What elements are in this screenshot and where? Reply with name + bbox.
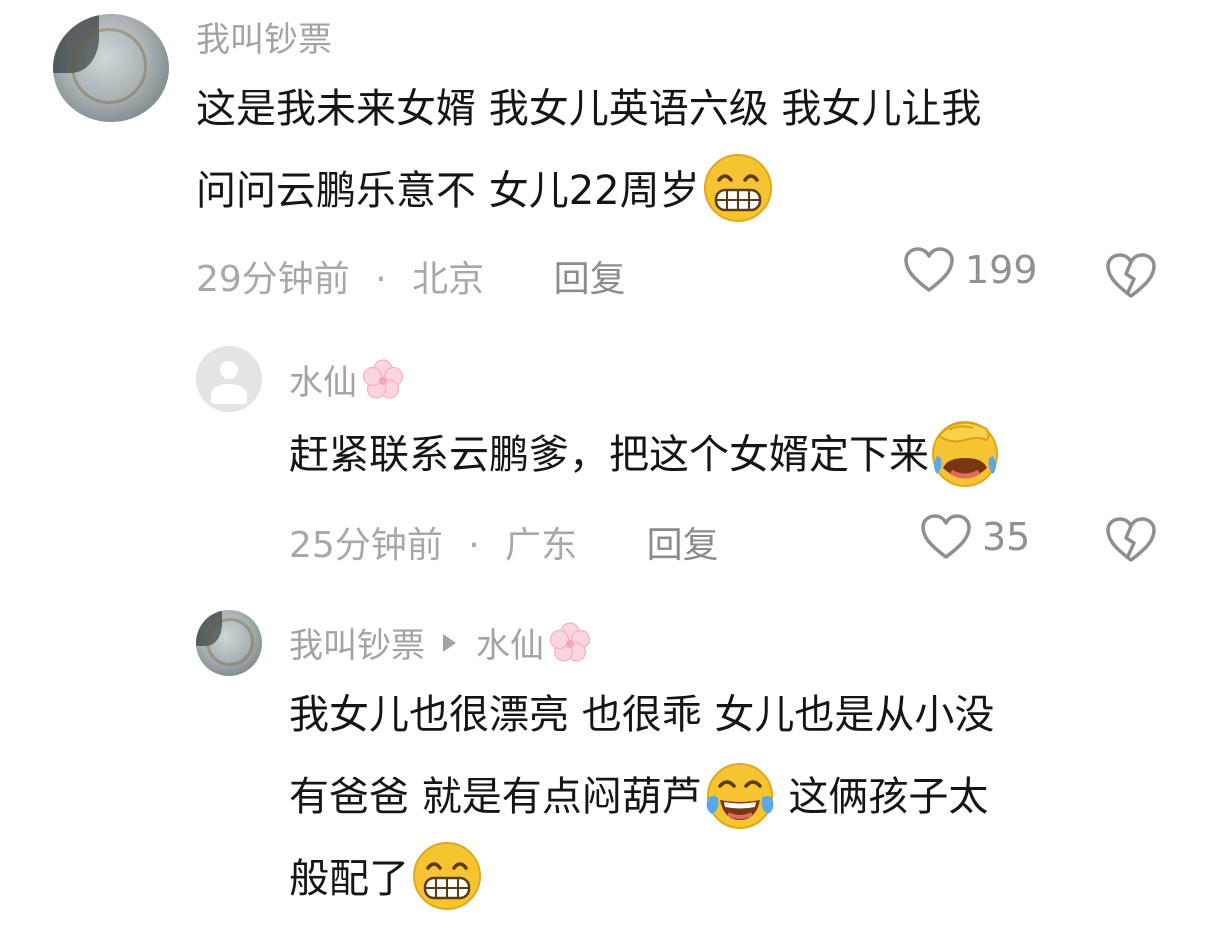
comment-text: 赶紧联系云鹏爹，把这个女婿定下来: [289, 414, 1189, 496]
comment-username[interactable]: 我叫钞票: [196, 12, 332, 61]
heart-icon: [921, 514, 971, 559]
reply-arrow-icon: [443, 633, 456, 652]
avatar[interactable]: [196, 346, 262, 412]
comment-meta: 29分钟前 · 北京 回复: [196, 250, 626, 302]
meta-separator: ·: [375, 259, 387, 300]
tears-of-joy-emoji: [706, 763, 774, 829]
meta-separator: ·: [468, 525, 480, 566]
comment-time: 29分钟前: [196, 259, 350, 300]
facepalm-laugh-emoji: [932, 421, 998, 487]
comment-username[interactable]: 我叫钞票 水仙: [289, 618, 592, 667]
comment-location: 北京: [412, 259, 485, 300]
reply-button[interactable]: 回复: [554, 259, 626, 300]
like-count: 35: [982, 515, 1031, 559]
grin-emoji: [703, 154, 772, 222]
comment-meta: 25分钟前 · 广东 回复: [289, 516, 719, 568]
cherry-blossom-icon: [549, 621, 591, 662]
grin-emoji: [413, 842, 481, 910]
comment-text: 这是我未来女婿 我女儿英语六级 我女儿让我 问问云鹏乐意不 女儿22周岁: [196, 68, 1176, 232]
comment-username[interactable]: 水仙: [289, 355, 405, 404]
comment-location: 广东: [505, 525, 578, 566]
avatar[interactable]: [196, 610, 262, 676]
like-count: 199: [965, 248, 1038, 292]
cherry-blossom-icon: [362, 358, 404, 399]
reply-to-username[interactable]: 水仙: [476, 618, 544, 667]
comment-time: 25分钟前: [289, 525, 443, 566]
heart-icon: [904, 247, 954, 292]
comment-text: 我女儿也很漂亮 也很乖 女儿也是从小没 有爸爸 就是有点闷葫芦 这俩孩子太 般配…: [289, 674, 1189, 920]
like-button[interactable]: 35: [920, 513, 1030, 561]
avatar[interactable]: [53, 14, 169, 122]
broken-heart-icon[interactable]: [1105, 252, 1157, 300]
reply-button[interactable]: 回复: [647, 525, 719, 566]
like-button[interactable]: 199: [903, 246, 1038, 294]
broken-heart-icon[interactable]: [1105, 516, 1157, 564]
